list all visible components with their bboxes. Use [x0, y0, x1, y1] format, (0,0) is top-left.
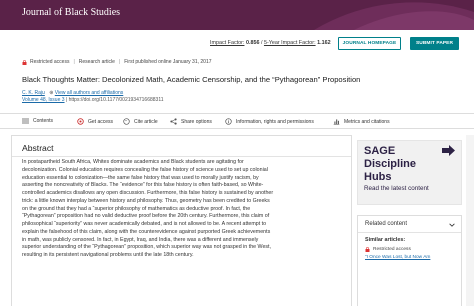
lock-icon: [365, 247, 370, 252]
ad-line-2: Discipline: [364, 158, 416, 170]
related-content-heading: Related content: [365, 221, 408, 227]
ad-line-1: SAGE: [364, 145, 396, 157]
submit-paper-button[interactable]: SUBMIT PAPER: [410, 37, 459, 50]
abstract-line: explain the falsehood of this claim, alo…: [22, 228, 271, 235]
similar-articles-label: Similar articles:: [365, 237, 406, 243]
info-icon: [225, 118, 232, 125]
abstract-line: controlled academics disallows any open …: [22, 190, 274, 196]
metrics-citations-label: Metrics and citations: [344, 118, 390, 125]
chevron-down-icon[interactable]: [449, 222, 455, 228]
quote-icon: ”: [123, 118, 130, 125]
abstract-line: “Pythagorean” proposition had no valid d…: [22, 213, 270, 220]
contents-label: Contents: [33, 118, 54, 124]
access-icon: [77, 118, 84, 125]
rights-permissions-label: Information, rights and permissions: [236, 118, 314, 125]
bar-chart-icon: [333, 119, 340, 125]
journal-homepage-button[interactable]: JOURNAL HOMEPAGE: [338, 37, 401, 50]
author-row: C. K. Raju ⊕ View all authors and affili…: [22, 90, 123, 96]
authors-icon: ⊕: [49, 90, 54, 96]
author-link[interactable]: C. K. Raju: [22, 90, 45, 96]
get-access-button[interactable]: Get access: [77, 118, 113, 125]
journal-title[interactable]: Journal of Black Studies: [22, 7, 120, 18]
svg-text:”: ”: [125, 119, 127, 124]
share-icon: [170, 118, 177, 125]
article-type: Research article: [78, 59, 115, 65]
abstract-text: In postapartheid South Africa, Whites do…: [22, 159, 346, 260]
abstract-panel: Abstract In postapartheid South Africa, …: [11, 135, 352, 306]
abstract-divider: [12, 156, 351, 157]
publish-date: First published online January 31, 2017: [124, 59, 212, 65]
abstract-line: resulting in its persistent navigational…: [22, 252, 194, 258]
abstract-line: education essential to colonization—the …: [22, 174, 259, 181]
cite-article-label: Cite article: [134, 118, 158, 125]
ad-subtitle: Read the latest content: [364, 185, 429, 192]
abstract-line: asserting the noncreativity of Blacks. T…: [22, 182, 264, 189]
share-options-label: Share options: [181, 118, 212, 125]
volume-issue-link[interactable]: Volume 48, Issue 3: [22, 97, 65, 103]
article-title: Black Thoughts Matter: Decolonized Math,…: [22, 75, 361, 84]
related-divider: [358, 232, 461, 233]
abstract-line: In postapartheid South Africa, Whites do…: [22, 159, 244, 165]
five-year-impact-label[interactable]: 5-Year Impact Factor:: [264, 40, 316, 46]
abstract-line: philosophical “superiority” was never ac…: [22, 221, 267, 227]
related-item-access: Restricted access: [365, 247, 411, 252]
article-meta-row: Restricted access | Research article | F…: [22, 59, 212, 65]
lock-icon: [22, 59, 27, 65]
article-toolbar: Contents Get access ” Cite article Share…: [0, 113, 474, 129]
abstract-line: on the ground that they had a “superior …: [22, 205, 251, 212]
sage-hubs-advertisement[interactable]: SAGE Discipline Hubs Read the latest con…: [357, 140, 462, 205]
related-article-link[interactable]: “I Once Was Lost, but Now Am: [365, 255, 430, 260]
abstract-line: decolonization. Colonial education requi…: [22, 166, 268, 173]
header-swoosh-decoration: [314, 2, 474, 30]
metrics-citations-button[interactable]: Metrics and citations: [333, 118, 390, 125]
contents-button[interactable]: Contents: [22, 118, 53, 124]
abstract-heading: Abstract: [22, 143, 54, 153]
doi-text[interactable]: https://doi.org/10.1177/0021934716688311: [69, 97, 164, 103]
scrollbar-track[interactable]: [466, 135, 474, 306]
access-status: Restricted access: [30, 59, 70, 65]
impact-factor-row: Impact Factor: 0.856 / 5-Year Impact Fac…: [210, 40, 331, 46]
abstract-line: superior understanding of the “Pythagore…: [22, 244, 271, 251]
list-icon: [22, 118, 29, 124]
arrow-right-icon: [442, 145, 455, 156]
abstract-line: in math, was publicly censored. In fact,…: [22, 236, 259, 243]
cite-article-button[interactable]: ” Cite article: [123, 118, 158, 125]
get-access-label: Get access: [88, 118, 114, 125]
ad-line-3: Hubs: [364, 171, 392, 183]
related-item-access-text: Restricted access: [373, 247, 411, 252]
five-year-impact-value: 1.162: [317, 40, 331, 46]
volume-row: Volume 48, Issue 3 | https://doi.org/10.…: [22, 97, 164, 103]
journal-header: Journal of Black Studies: [0, 0, 474, 30]
abstract-line: trick: a little known interplay between …: [22, 197, 270, 204]
impact-factor-label[interactable]: Impact Factor:: [210, 40, 244, 46]
view-all-authors-link[interactable]: View all authors and affiliations: [55, 90, 123, 96]
rights-permissions-button[interactable]: Information, rights and permissions: [225, 118, 314, 125]
share-options-button[interactable]: Share options: [170, 118, 212, 125]
related-content-panel: Related content Similar articles: Restri…: [357, 215, 462, 306]
impact-factor-value: 0.856: [245, 40, 260, 46]
